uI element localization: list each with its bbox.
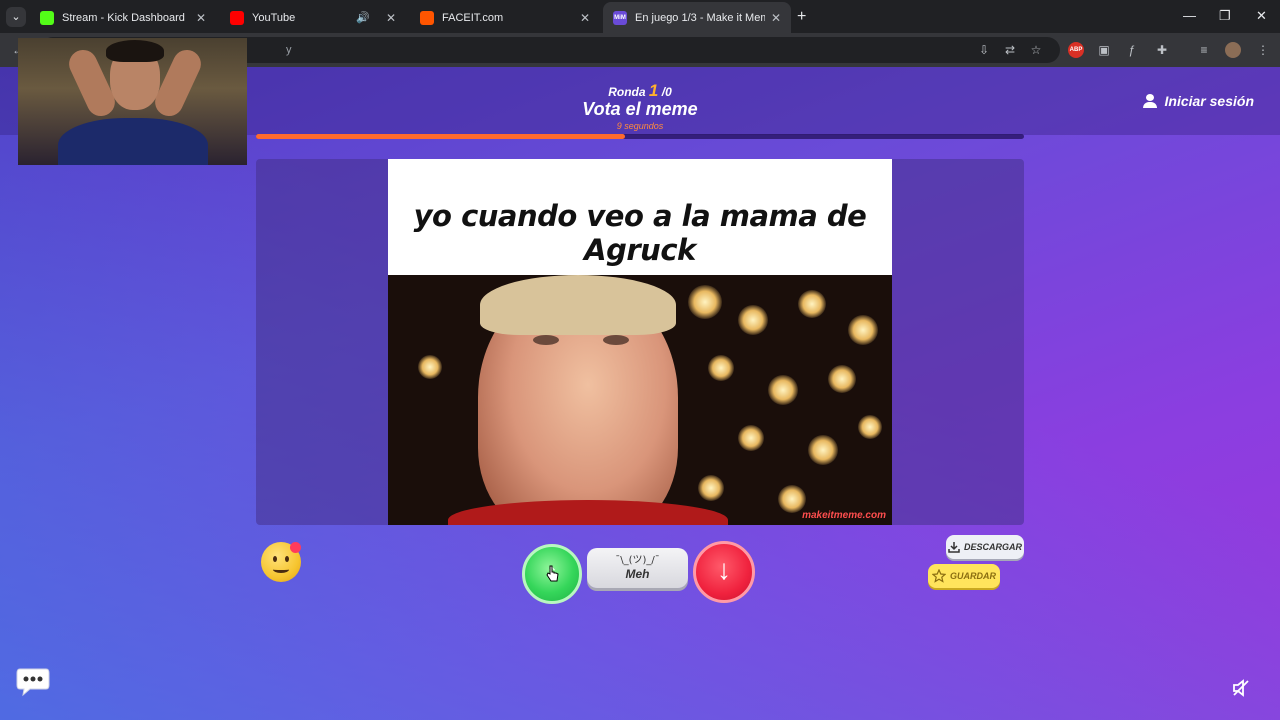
round-total: /0 — [661, 85, 672, 99]
save-button[interactable]: GUARDAR — [928, 564, 1000, 588]
tab-title: FACEIT.com — [442, 11, 504, 24]
save-label: GUARDAR — [950, 571, 996, 581]
tab-faceit[interactable]: FACEIT.com ✕ — [410, 2, 600, 33]
tab-kick-dashboard[interactable]: Stream - Kick Dashboard ✕ — [30, 2, 216, 33]
browser-tab-strip: ⌄ Stream - Kick Dashboard ✕ YouTube 🔊 ✕ … — [0, 0, 1280, 33]
meh-button[interactable]: ¯\_(ツ)_/¯ Meh — [587, 548, 688, 588]
tab-title: En juego 1/3 - Make it Meme — [635, 11, 765, 24]
meh-label: Meh — [625, 567, 650, 581]
emoji-reaction-button[interactable] — [261, 542, 301, 582]
minimize-icon[interactable]: — — [1183, 8, 1196, 23]
bokeh-light — [808, 435, 838, 465]
downvote-button[interactable] — [693, 541, 755, 603]
webcam-hair — [106, 40, 164, 62]
close-tab-icon[interactable]: ✕ — [771, 11, 781, 25]
tab-make-it-meme[interactable]: MiM En juego 1/3 - Make it Meme ✕ — [603, 2, 791, 33]
round-label: Ronda — [608, 85, 646, 99]
round-current: 1 — [648, 81, 659, 100]
youtube-icon — [230, 10, 244, 25]
meme-caption: yo cuando veo a la mama de Agruck — [413, 199, 867, 267]
hand-cursor-icon — [546, 565, 559, 582]
bokeh-light — [418, 355, 442, 379]
timer-progress-bar — [256, 134, 1024, 139]
bookmark-star-icon[interactable]: ☆ — [1028, 42, 1044, 58]
close-tab-icon[interactable]: ✕ — [386, 11, 396, 25]
bokeh-light — [798, 290, 826, 318]
webcam-overlay — [18, 38, 247, 165]
adblock-icon[interactable]: ABP — [1068, 42, 1084, 58]
close-tab-icon[interactable]: ✕ — [196, 11, 206, 25]
tab-title: Stream - Kick Dashboard — [62, 11, 185, 24]
bokeh-light — [738, 305, 768, 335]
emoji-eyes — [273, 556, 277, 562]
new-tab-button[interactable]: + — [797, 8, 806, 26]
profile-avatar[interactable] — [1225, 42, 1241, 58]
bokeh-light — [828, 365, 856, 393]
download-label: DESCARGAR — [963, 542, 1022, 552]
translate-icon[interactable]: ⇄ — [1002, 42, 1018, 58]
eye — [533, 335, 559, 345]
address-text: y — [286, 44, 292, 56]
user-icon — [1142, 94, 1157, 108]
tab-search-icon[interactable]: ⌄ — [6, 7, 26, 27]
install-app-icon[interactable]: ⇩ — [976, 42, 992, 58]
faceit-icon — [420, 10, 434, 25]
meme-image: yo cuando veo a la mama de Agruck makeit… — [388, 159, 892, 525]
bokeh-light — [778, 485, 806, 513]
restore-icon[interactable]: ❐ — [1219, 8, 1231, 24]
puzzle-extensions-icon[interactable]: ✚ — [1154, 42, 1170, 58]
bokeh-light — [848, 315, 878, 345]
extension-icon[interactable]: ƒ — [1124, 42, 1140, 58]
kick-icon — [40, 10, 54, 25]
bokeh-light — [708, 355, 734, 381]
eye — [603, 335, 629, 345]
more-menu-icon[interactable]: ⋮ — [1255, 42, 1271, 58]
login-label: Iniciar sesión — [1164, 93, 1254, 109]
makeitmeme-icon: MiM — [613, 10, 627, 25]
meme-photo: makeitmeme.com — [388, 275, 892, 525]
speaker-icon[interactable]: 🔊 — [356, 11, 370, 24]
hair — [480, 275, 676, 335]
tab-youtube[interactable]: YouTube 🔊 ✕ — [220, 2, 406, 33]
bokeh-light — [768, 375, 798, 405]
bokeh-light — [738, 425, 764, 451]
login-button[interactable]: Iniciar sesión — [1142, 93, 1254, 109]
download-button[interactable]: DESCARGAR — [946, 535, 1024, 559]
tab-title: YouTube — [252, 11, 296, 24]
media-control-icon[interactable]: ≡ — [1196, 42, 1212, 58]
emoji-mouth — [273, 566, 289, 573]
shirt — [448, 500, 728, 525]
bokeh-light — [698, 475, 724, 501]
meme-watermark: makeitmeme.com — [802, 510, 886, 521]
timer-progress-fill — [256, 134, 625, 139]
star-icon — [932, 569, 946, 583]
bokeh-light — [688, 285, 722, 319]
close-window-icon[interactable]: ✕ — [1256, 8, 1267, 24]
meme-caption-box: yo cuando veo a la mama de Agruck — [388, 159, 892, 275]
download-icon — [948, 542, 960, 553]
webcam-shirt — [58, 118, 208, 165]
extension-icon[interactable]: ▣ — [1096, 42, 1112, 58]
shrug-text: ¯\_(ツ)_/¯ — [615, 555, 660, 566]
close-tab-icon[interactable]: ✕ — [580, 11, 590, 25]
sound-muted-icon[interactable] — [1232, 679, 1250, 697]
chat-bubble-icon[interactable] — [16, 667, 50, 697]
bokeh-light — [858, 415, 882, 439]
